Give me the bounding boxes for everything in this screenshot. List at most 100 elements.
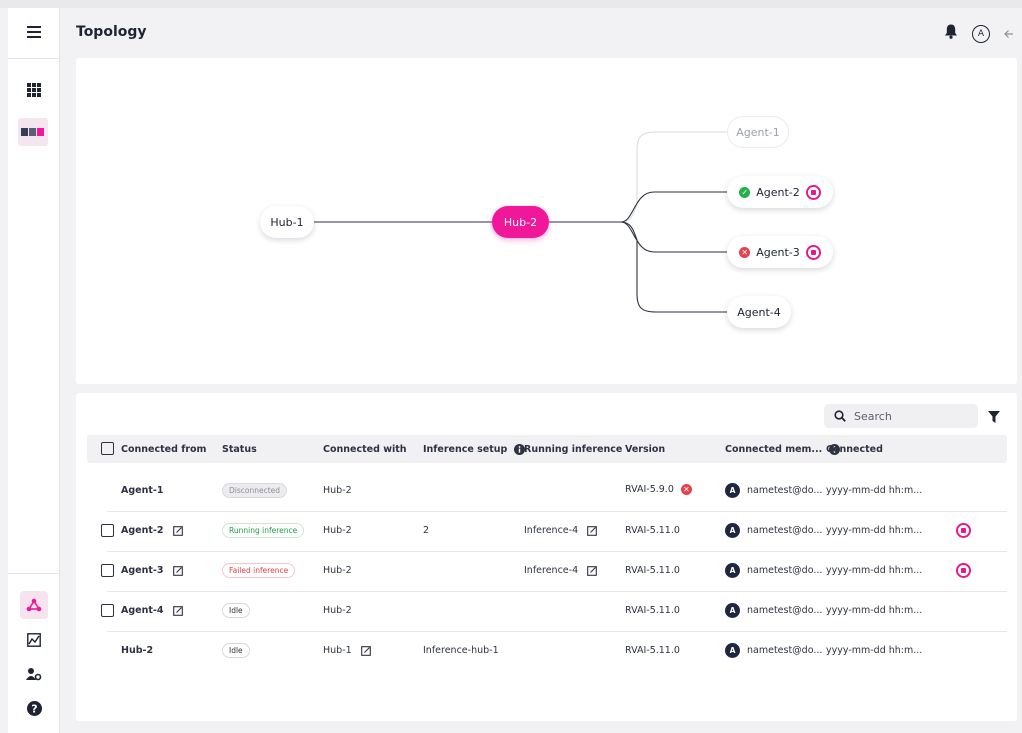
status-badge: Disconnected xyxy=(222,483,288,498)
col-connected-with[interactable]: Connected with xyxy=(323,444,407,455)
notification-bell-icon[interactable] xyxy=(944,24,958,43)
cell-version: RVAI-5.11.0 xyxy=(625,525,680,536)
status-badge: Idle xyxy=(222,603,250,618)
cell-running: Inference-4 xyxy=(524,525,598,536)
table-row[interactable]: Agent-4 Idle Hub-2 RVAI-5.11.0 Anametest… xyxy=(87,591,1007,631)
row-checkbox[interactable] xyxy=(101,564,114,577)
stop-inference-button[interactable] xyxy=(956,523,971,538)
node-agent-3[interactable]: ✕ Agent-3 xyxy=(727,236,833,268)
node-agent-1[interactable]: Agent-1 xyxy=(727,116,789,148)
node-agent-2[interactable]: ✓ Agent-2 xyxy=(727,176,833,208)
cell-member: Anametest@do... xyxy=(725,643,822,658)
filter-icon[interactable] xyxy=(988,408,1000,427)
external-link-icon[interactable] xyxy=(587,525,598,536)
cell-from: Agent-1 xyxy=(121,485,164,496)
member-email: nametest@do... xyxy=(747,605,823,616)
running-text: Inference-4 xyxy=(524,525,579,536)
svg-text:?: ? xyxy=(31,702,37,715)
user-settings-icon[interactable] xyxy=(20,660,48,688)
member-email: nametest@do... xyxy=(747,525,823,536)
cell-running: Inference-4 xyxy=(524,565,598,576)
select-all-checkbox[interactable] xyxy=(101,442,114,455)
with-text: Hub-1 xyxy=(323,645,352,656)
search-icon xyxy=(834,410,846,422)
menu-icon[interactable] xyxy=(20,18,48,46)
topology-graph: Hub-1 Hub-2 Agent-1 ✓ Agent-2 ✕ Agent-3 … xyxy=(76,58,1017,384)
external-link-icon[interactable] xyxy=(360,645,371,656)
cell-from: Agent-4 xyxy=(121,605,183,616)
status-badge: Running inference xyxy=(222,523,305,538)
cell-version: RVAI-5.11.0 xyxy=(625,645,680,656)
table-row[interactable]: Hub-2 Idle Hub-1 Inference-hub-1 RVAI-5.… xyxy=(87,631,1007,671)
col-label: Connected mem... xyxy=(725,444,823,455)
user-avatar[interactable]: A xyxy=(972,24,990,43)
member-email: nametest@do... xyxy=(747,485,823,496)
col-version[interactable]: Version xyxy=(625,444,665,455)
col-connected-members[interactable]: Connected mem... xyxy=(725,444,840,455)
col-label: Inference setup xyxy=(423,444,508,455)
member-email: nametest@do... xyxy=(747,565,823,576)
cell-version: RVAI-5.9.0 ✕ xyxy=(625,484,692,495)
sidebar-divider xyxy=(8,58,60,59)
status-badge: Idle xyxy=(222,643,250,658)
main-content: Topology A Hub-1 Hub-2 Agent-1 ✓ Agent-2… xyxy=(60,8,1022,733)
row-checkbox[interactable] xyxy=(101,524,114,537)
cell-from: Agent-2 xyxy=(121,525,183,536)
cell-with: Hub-1 xyxy=(323,645,371,656)
stop-inference-button[interactable] xyxy=(956,563,971,578)
topology-icon[interactable] xyxy=(20,591,48,619)
node-label: Agent-1 xyxy=(736,125,780,139)
help-icon[interactable]: ? xyxy=(20,694,48,722)
cell-connected: yyyy-mm-dd hh:m... xyxy=(826,525,923,536)
cell-connected: yyyy-mm-dd hh:m... xyxy=(826,565,923,576)
node-hub-1[interactable]: Hub-1 xyxy=(260,206,314,238)
table-row[interactable]: Agent-1 Disconnected Hub-2 RVAI-5.9.0 ✕ … xyxy=(87,471,1007,511)
header-actions: A xyxy=(944,24,1014,43)
cell-connected: yyyy-mm-dd hh:m... xyxy=(826,605,923,616)
search-input[interactable]: Search xyxy=(824,404,978,428)
sidebar: ? xyxy=(8,8,60,733)
cell-member: Anametest@do... xyxy=(725,603,822,618)
cell-with: Hub-2 xyxy=(323,565,352,576)
stop-inference-icon[interactable] xyxy=(805,244,821,260)
external-link-icon[interactable] xyxy=(172,565,183,576)
cell-with: Hub-2 xyxy=(323,525,352,536)
analytics-chart-icon[interactable] xyxy=(20,626,48,654)
node-label: Agent-4 xyxy=(737,305,781,319)
node-agent-4[interactable]: Agent-4 xyxy=(727,296,791,328)
stop-inference-icon[interactable] xyxy=(805,184,821,200)
app-thumbnail-icon[interactable] xyxy=(18,118,48,146)
node-label: Agent-3 xyxy=(756,245,800,259)
row-checkbox[interactable] xyxy=(101,604,114,617)
from-text: Agent-4 xyxy=(121,605,164,616)
col-connected[interactable]: Connected xyxy=(826,444,883,455)
cell-with: Hub-2 xyxy=(323,605,352,616)
error-x-icon: ✕ xyxy=(739,246,751,258)
col-connected-from[interactable]: Connected from xyxy=(121,444,206,455)
cell-member: Anametest@do... xyxy=(725,483,822,498)
cell-member: Anametest@do... xyxy=(725,523,822,538)
sidebar-divider xyxy=(8,573,60,574)
node-label: Hub-2 xyxy=(503,215,538,229)
collapse-arrow-icon[interactable] xyxy=(1004,24,1014,43)
cell-setup: Inference-hub-1 xyxy=(423,645,499,656)
cell-from: Hub-2 xyxy=(121,645,154,656)
cell-connected: yyyy-mm-dd hh:m... xyxy=(826,485,923,496)
cell-from: Agent-3 xyxy=(121,565,183,576)
col-status[interactable]: Status xyxy=(222,444,257,455)
running-text: Inference-4 xyxy=(524,565,579,576)
external-link-icon[interactable] xyxy=(587,565,598,576)
col-running-inference[interactable]: Running inference xyxy=(524,444,622,455)
table-row[interactable]: Agent-3 Failed inference Hub-2 Inference… xyxy=(87,551,1007,591)
col-inference-setup[interactable]: Inference setup xyxy=(423,444,525,455)
member-avatar: A xyxy=(725,563,740,578)
apps-grid-icon[interactable] xyxy=(20,76,48,104)
cell-with: Hub-2 xyxy=(323,485,352,496)
external-link-icon[interactable] xyxy=(172,525,183,536)
cell-connected: yyyy-mm-dd hh:m... xyxy=(826,645,923,656)
node-hub-2[interactable]: Hub-2 xyxy=(492,206,549,238)
table-row[interactable]: Agent-2 Running inference Hub-2 2 Infere… xyxy=(87,511,1007,551)
external-link-icon[interactable] xyxy=(172,605,183,616)
version-text: RVAI-5.9.0 xyxy=(625,484,674,495)
success-check-icon: ✓ xyxy=(739,186,751,198)
